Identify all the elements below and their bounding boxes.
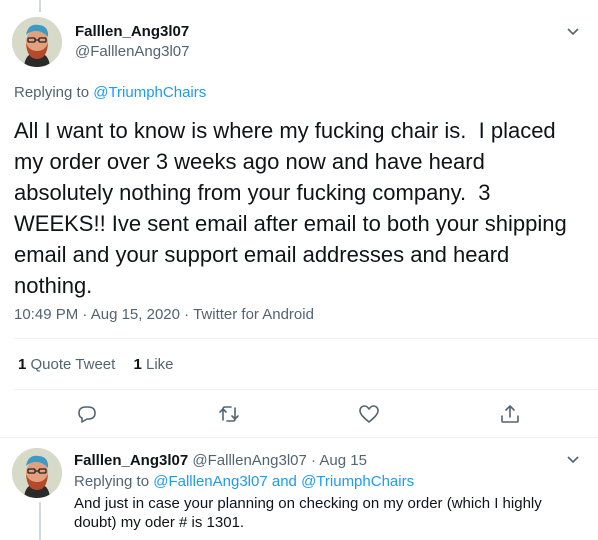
reply-handle[interactable]: @FalllenAng3l07 — [192, 452, 306, 469]
divider — [0, 437, 598, 438]
quote-tweets-stat[interactable]: 1 Quote Tweet — [18, 356, 115, 373]
avatar[interactable] — [12, 17, 62, 67]
chevron-down-icon[interactable] — [566, 455, 580, 465]
reply-icon[interactable] — [75, 402, 99, 426]
tweet-text: All I want to know is where my fucking c… — [14, 118, 573, 298]
share-icon[interactable] — [498, 402, 522, 426]
reply-text: And just in case your planning on checki… — [74, 495, 542, 531]
replying-to-link[interactable]: @FalllenAng3l07 — [153, 473, 267, 490]
replying-to: Replying to @TriumphChairs — [14, 84, 206, 101]
likes-stat[interactable]: 1 Like — [133, 356, 173, 373]
replying-to-prefix: Replying to — [14, 84, 94, 101]
chevron-down-icon[interactable] — [566, 27, 580, 37]
engagement-stats: 1 Quote Tweet 1 Like — [18, 356, 174, 373]
replying-to-link[interactable]: @TriumphChairs — [301, 473, 414, 490]
retweet-icon[interactable] — [217, 402, 241, 426]
meta-separator: · — [82, 306, 88, 323]
quote-count: 1 — [18, 356, 27, 373]
replying-to-and: and — [267, 473, 302, 490]
divider — [14, 338, 598, 339]
like-count: 1 — [133, 356, 142, 373]
handle[interactable]: @FalllenAng3l07 — [75, 43, 189, 60]
like-icon[interactable] — [357, 402, 381, 426]
replying-to-prefix: Replying to — [74, 473, 154, 490]
reply-date[interactable]: Aug 15 — [319, 452, 367, 469]
thread-line-top — [39, 0, 41, 12]
tweet-date[interactable]: Aug 15, 2020 — [91, 306, 180, 323]
tweet-source[interactable]: Twitter for Android — [193, 306, 314, 323]
quote-label: Quote Tweet — [30, 356, 116, 373]
reply-display-name[interactable]: Falllen_Ang3l07 — [74, 452, 188, 469]
meta-separator: · — [184, 306, 190, 323]
reply-header: Falllen_Ang3l07 @FalllenAng3l07 · Aug 15 — [74, 452, 367, 469]
tweet-meta: 10:49 PM · Aug 15, 2020 · Twitter for An… — [14, 306, 314, 323]
avatar[interactable] — [12, 448, 62, 498]
replying-to-link[interactable]: @TriumphChairs — [93, 84, 206, 101]
display-name[interactable]: Falllen_Ang3l07 — [75, 23, 189, 40]
like-label: Like — [145, 356, 174, 373]
action-bar — [0, 402, 598, 426]
divider — [14, 389, 598, 390]
meta-separator: · — [311, 452, 317, 469]
reply-replying-to: Replying to @FalllenAng3l07 and @Triumph… — [74, 473, 414, 490]
thread-line — [39, 502, 41, 540]
tweet-time[interactable]: 10:49 PM — [14, 306, 78, 323]
